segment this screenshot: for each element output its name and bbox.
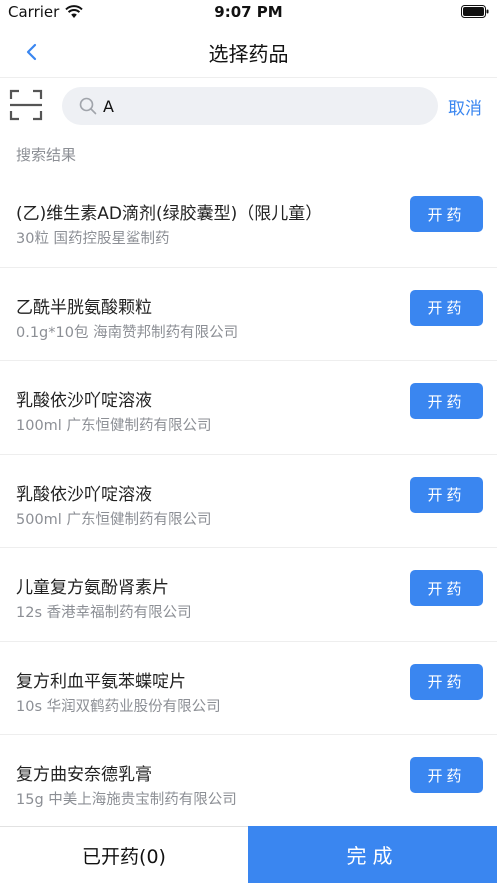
scan-icon[interactable] — [9, 88, 43, 122]
battery-icon — [461, 5, 489, 18]
prescribe-button[interactable]: 开药 — [410, 570, 483, 606]
page-title: 选择药品 — [208, 42, 289, 66]
prescribe-button[interactable]: 开药 — [410, 383, 483, 419]
drug-name: 乳酸依沙吖啶溶液 — [16, 391, 152, 411]
drug-desc: 12s 香港幸福制药有限公司 — [16, 605, 192, 621]
drug-name: 复方利血平氨苯蝶啶片 — [16, 671, 186, 692]
drug-desc: 0.1g*10包 海南赞邦制药有限公司 — [16, 324, 239, 341]
drug-desc: 10s 华润双鹤药业股份有限公司 — [16, 698, 221, 715]
prescribe-button[interactable]: 开药 — [410, 196, 483, 232]
drug-name: (乙)维生素AD滴剂(绿胶囊型)（限儿童） — [16, 204, 323, 224]
prescribe-button[interactable]: 开药 — [410, 476, 483, 513]
drug-name: 儿童复方氨酚肾素片 — [16, 578, 169, 598]
cancel-button[interactable]: 取消 — [448, 94, 482, 119]
drug-desc: 500ml 广东恒健制药有限公司 — [16, 511, 212, 528]
list-item: 复方曲安奈德乳膏 15g 中美上海施贵宝制药有限公司 开药 — [0, 735, 497, 829]
prescribe-button[interactable]: 开药 — [410, 289, 483, 326]
prescribed-count-button[interactable]: 已开药(0) — [0, 826, 248, 883]
results-label: 搜索结果 — [16, 146, 77, 164]
drug-desc: 100ml 广东恒健制药有限公司 — [16, 418, 212, 434]
drug-name: 乙酰半胱氨酸颗粒 — [16, 297, 152, 318]
bottom-bar: 已开药(0) 完成 — [0, 826, 497, 883]
drug-list: (乙)维生素AD滴剂(绿胶囊型)（限儿童） 30粒 国药控股星鲨制药 开药 乙酰… — [0, 174, 497, 829]
drug-name: 复方曲安奈德乳膏 — [16, 765, 152, 785]
list-item: 乳酸依沙吖啶溶液 100ml 广东恒健制药有限公司 开药 — [0, 361, 497, 455]
list-item: 复方利血平氨苯蝶啶片 10s 华润双鹤药业股份有限公司 开药 — [0, 642, 497, 735]
list-item: 乳酸依沙吖啶溶液 500ml 广东恒健制药有限公司 开药 — [0, 455, 497, 548]
status-bar: Carrier 9:07 PM — [0, 0, 497, 24]
search-box[interactable] — [62, 87, 438, 125]
nav-bar: 选择药品 — [0, 24, 497, 78]
prescribe-button[interactable]: 开药 — [410, 757, 483, 793]
list-item: 乙酰半胱氨酸颗粒 0.1g*10包 海南赞邦制药有限公司 开药 — [0, 268, 497, 361]
drug-desc: 30粒 国药控股星鲨制药 — [16, 231, 170, 247]
done-button[interactable]: 完成 — [248, 826, 497, 883]
status-time: 9:07 PM — [214, 3, 283, 21]
search-icon — [79, 97, 97, 115]
list-item: 儿童复方氨酚肾素片 12s 香港幸福制药有限公司 开药 — [0, 548, 497, 642]
drug-name: 乳酸依沙吖啶溶液 — [16, 484, 152, 505]
search-row: 取消 — [0, 80, 497, 132]
list-item: (乙)维生素AD滴剂(绿胶囊型)（限儿童） 30粒 国药控股星鲨制药 开药 — [0, 174, 497, 268]
drug-desc: 15g 中美上海施贵宝制药有限公司 — [16, 792, 237, 808]
search-input[interactable] — [103, 96, 423, 116]
prescribe-button[interactable]: 开药 — [410, 663, 483, 700]
